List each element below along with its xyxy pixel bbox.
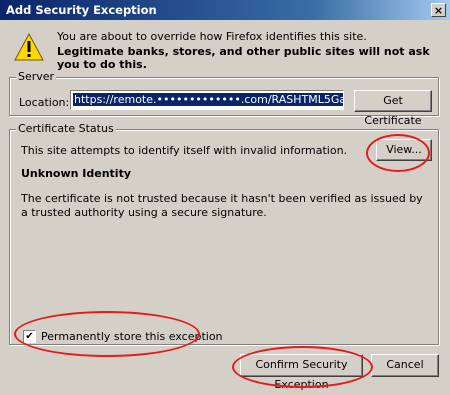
permanent-exception-label[interactable]: Permanently store this exception: [41, 330, 223, 343]
unknown-identity-heading: Unknown Identity: [21, 167, 132, 180]
cancel-button[interactable]: Cancel: [371, 354, 439, 377]
invalid-identity-message: This site attempts to identify itself wi…: [21, 144, 348, 157]
warning-icon: [14, 33, 44, 61]
get-certificate-button[interactable]: Get Certificate: [354, 90, 432, 127]
title-bar: Add Security Exception ×: [0, 0, 450, 20]
location-value: https://remote.•••••••••••••.com/RASHTML…: [73, 93, 343, 106]
location-input[interactable]: https://remote.•••••••••••••.com/RASHTML…: [70, 90, 344, 110]
certificate-status-group: Certificate Status This site attempts to…: [9, 122, 439, 345]
close-button[interactable]: ×: [431, 3, 446, 17]
override-message: You are about to override how Firefox id…: [57, 30, 367, 43]
location-label: Location:: [19, 96, 70, 109]
view-button[interactable]: View...: [376, 139, 432, 161]
window-title: Add Security Exception: [6, 3, 157, 17]
certificate-status-legend: Certificate Status: [16, 122, 116, 135]
legitimate-sites-warning: Legitimate banks, stores, and other publ…: [57, 45, 430, 71]
checkbox-check-icon[interactable]: ✔: [23, 330, 36, 343]
server-legend: Server: [16, 70, 57, 83]
confirm-security-exception-button[interactable]: Confirm Security Exception: [240, 354, 363, 391]
server-group: Server Location: https://remote.••••••••…: [9, 70, 439, 127]
certificate-detail: The certificate is not trusted because i…: [21, 192, 423, 219]
